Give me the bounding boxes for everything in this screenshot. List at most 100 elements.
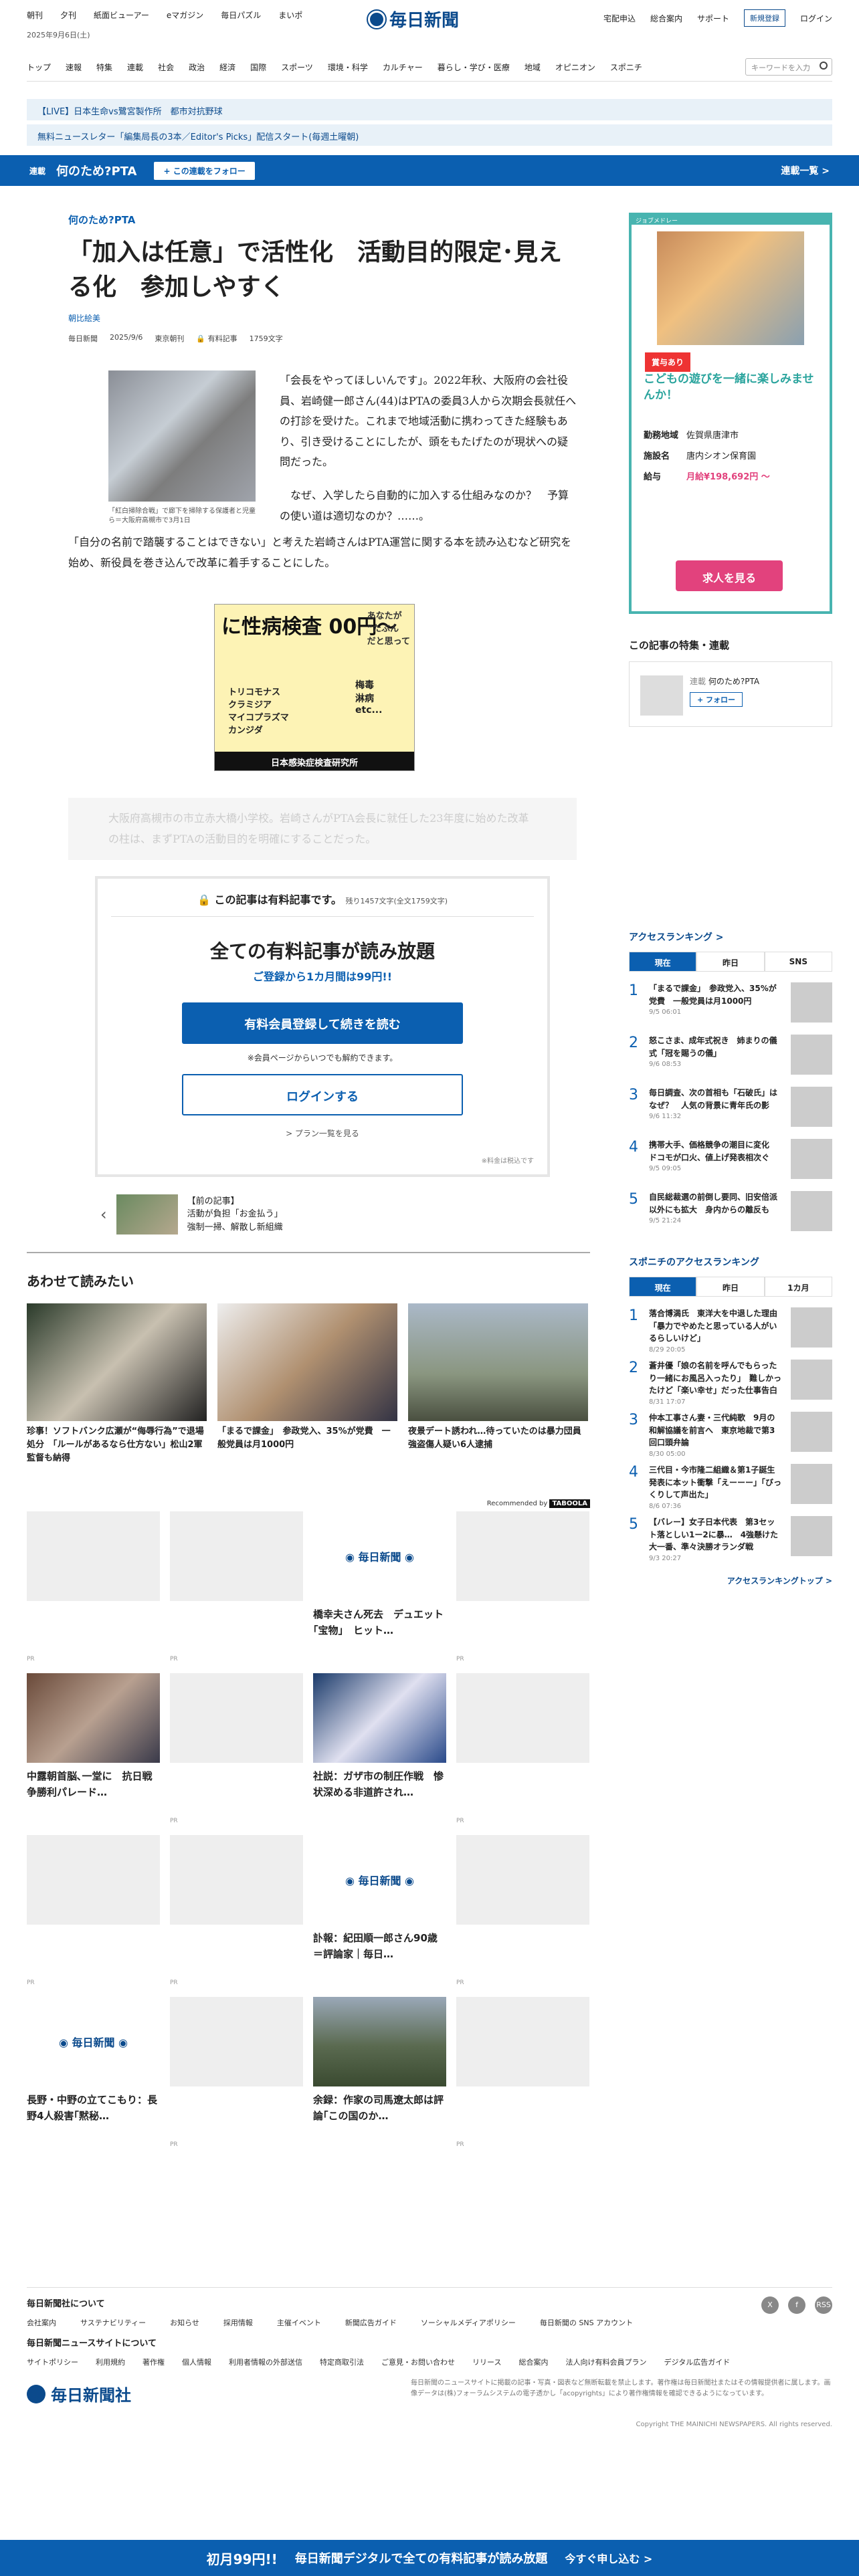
nav-item[interactable]: 連載 [127, 62, 143, 73]
footer-link[interactable]: 利用者情報の外部送信 [229, 2357, 302, 2367]
article-author[interactable]: 朝比絵美 [68, 312, 590, 324]
related-card[interactable]: 夜景デート誘われ…待っていたのは暴力団員 強盗傷人疑い6人逮捕 [408, 1303, 590, 1465]
topnav-maipo[interactable]: まいポ [278, 9, 302, 21]
tab-month[interactable]: 1カ月 [764, 1277, 832, 1297]
series-name[interactable]: 何のため?PTA [56, 162, 136, 179]
footer-link[interactable]: 主催イベント [277, 2317, 321, 2328]
ranking-item[interactable]: 5 自民総裁選の前倒し要同、旧安倍派以外にも拡大 身内からの離反も 9/5 21:2… [629, 1191, 832, 1232]
delivery-link[interactable]: 宅配申込 [603, 13, 636, 24]
topnav-yukan[interactable]: 夕刊 [60, 9, 76, 21]
recommend-cell[interactable]: PR [456, 1673, 589, 1827]
recommend-cell[interactable]: PR [456, 1511, 589, 1665]
nav-item[interactable]: トップ [27, 62, 51, 73]
footer-link[interactable]: 法人向け有料会員プラン [565, 2357, 646, 2367]
feature-follow-button[interactable]: + フォロー [690, 692, 743, 707]
recommend-cell[interactable]: 社説：ガザ市の制圧作戦 惨状深める非道許され… [313, 1673, 446, 1827]
footer-link[interactable]: サステナビリティー [80, 2317, 146, 2328]
tab-yesterday[interactable]: 昨日 [696, 952, 765, 972]
nav-item[interactable]: 国際 [250, 62, 266, 73]
nav-item[interactable]: 政治 [189, 62, 205, 73]
nav-item[interactable]: スポニチ [610, 62, 642, 73]
footer-link[interactable]: 会社案内 [27, 2317, 56, 2328]
facebook-icon[interactable]: f [788, 2296, 805, 2314]
ranking-item[interactable]: 1 「まるで課金」 参政党入、35%が党費 一般党員は月1000円 9/5 06:0… [629, 982, 832, 1024]
bottom-cta[interactable]: 今すぐ申し込む > [565, 2550, 652, 2566]
recommend-cell[interactable]: PR [170, 1835, 303, 1989]
nav-item[interactable]: 地域 [524, 62, 541, 73]
ranking-item[interactable]: 3 毎日調査、次の首相も「石破氏」はなぜ？ 人気の背景に青年氏の影 9/6 11:3… [629, 1087, 832, 1128]
inline-ad[interactable]: に性病検査 00円〜 トリコモナス クラミジア マイコプラズマ カンジダ 梅毒 … [214, 604, 415, 772]
sponichi-item[interactable]: 1 落合博満氏 東洋大を中退した理由「暴力でやめたと思っている人がいるらしいけど」… [629, 1307, 832, 1354]
topnav-emagazine[interactable]: eマガジン [167, 9, 203, 21]
recommend-cell[interactable]: PR [170, 1673, 303, 1827]
recommend-cell[interactable]: PR [456, 1835, 589, 1989]
paywall-login-button[interactable]: ログインする [182, 1073, 463, 1115]
related-card[interactable]: 「まるで課金」 参政党入、35%が党費 一般党員は月1000円 [217, 1303, 397, 1465]
recommend-cell[interactable]: PR [456, 1997, 589, 2151]
nav-item[interactable]: 環境・科学 [328, 62, 368, 73]
tab-yesterday[interactable]: 昨日 [696, 1277, 765, 1297]
ranking-item[interactable]: 2 怒こさま、成年式祝き 姉まりの儀式「冠を賜うの儀」 9/6 08:53 [629, 1035, 832, 1076]
site-logo[interactable]: 毎日新聞 [367, 7, 459, 31]
nav-item[interactable]: 速報 [66, 62, 82, 73]
sponichi-item[interactable]: 3 仲本工事さん妻・三代純歌 9月の和解協議を前言へ 東京地裁で第3回口頭弁論 8/… [629, 1412, 832, 1458]
nav-item[interactable]: 経済 [219, 62, 235, 73]
footer-link[interactable]: ご意見・お問い合わせ [381, 2357, 455, 2367]
support-link[interactable]: サポート [697, 13, 729, 24]
footer-link[interactable]: 個人情報 [182, 2357, 211, 2367]
ranking-item[interactable]: 4 携帯大手、価格競争の潮目に変化 ドコモが口火、値上げ発表相次ぐ 9/5 09:0… [629, 1139, 832, 1180]
chevron-left-icon[interactable]: ‹ [100, 1205, 107, 1224]
bottom-subscribe-bar[interactable]: 初月99円!! 毎日新聞デジタルで全ての有料記事が読み放題 今すぐ申し込む > [0, 2540, 859, 2576]
alert-live[interactable]: 【LIVE】日本生命vs鷺宮製作所 都市対抗野球 [27, 99, 832, 120]
prev-article[interactable]: ‹ 【前の記事】 活動が負担「お金払う」 強制一掃、解散し新組織 [100, 1194, 590, 1235]
nav-item[interactable]: オピニオン [555, 62, 595, 73]
recommend-cell[interactable]: 余録：作家の司馬遼太郎は評論｢この国のか… [313, 1997, 446, 2151]
footer-link[interactable]: リリース [472, 2357, 501, 2367]
ranking-top-link[interactable]: アクセスランキングトップ > [629, 1575, 832, 1586]
recommend-cell[interactable]: PR [27, 1835, 160, 1989]
alert-newsletter[interactable]: 無料ニュースレター「編集局長の3本／Editor's Picks」配信スタート(… [27, 124, 832, 146]
sponichi-item[interactable]: 2 蒼井優「娘の名前を呼んでもらったり一緒にお風呂入ったり」 難しかったけど「楽い… [629, 1360, 832, 1406]
ranking-heading[interactable]: アクセスランキング > [629, 930, 832, 944]
search-input[interactable]: キーワードを入力 [745, 58, 832, 76]
tab-sns[interactable]: SNS [764, 952, 832, 972]
footer-link[interactable]: 新聞広告ガイド [345, 2317, 397, 2328]
nav-item[interactable]: 特集 [96, 62, 112, 73]
sponichi-item[interactable]: 4 三代目・今市隆二組織＆第1子誕生発表に本ット衝撃「えーーー」「びっくりして声出… [629, 1464, 832, 1510]
nav-item[interactable]: 暮らし・学び・医療 [438, 62, 510, 73]
plan-list-link[interactable]: > プラン一覧を見る [98, 1128, 547, 1139]
article-kicker[interactable]: 何のため?PTA [68, 213, 590, 227]
ad-cta-button[interactable]: 求人を見る [676, 560, 783, 591]
footer-link[interactable]: デジタル広告ガイド [664, 2357, 730, 2367]
register-read-button[interactable]: 有料会員登録して続きを読む [182, 1002, 463, 1044]
recommend-cell[interactable]: 中露朝首脳､一堂に 抗日戦争勝利パレード… [27, 1673, 160, 1827]
tab-now[interactable]: 現在 [629, 1277, 697, 1297]
photo-image[interactable] [108, 370, 256, 502]
topnav-chokan[interactable]: 朝刊 [27, 9, 43, 21]
recommend-cell[interactable]: ◉ 毎日新聞 ◉ 長野・中野の立てこもり：長野4人殺害｢黙秘… [27, 1997, 160, 2151]
x-icon[interactable]: X [761, 2296, 779, 2314]
side-job-ad[interactable]: ジョブメドレー 賞与あり こどもの遊びを一緒に楽しみませんか！ 勤務地域 佐賀県唐… [629, 213, 832, 614]
footer-link[interactable]: お知らせ [170, 2317, 199, 2328]
topnav-puzzle[interactable]: 毎日パズル [221, 9, 261, 21]
register-button[interactable]: 新規登録 [743, 9, 785, 27]
footer-link[interactable]: 採用情報 [223, 2317, 253, 2328]
nav-item[interactable]: 社会 [158, 62, 174, 73]
related-card[interactable]: 珍事！ソフトバンク広瀬が“侮辱行為”で退場処分 「ルールがあるなら仕方ない」松山… [27, 1303, 207, 1465]
recommend-cell[interactable]: PR [170, 1511, 303, 1665]
search-icon[interactable] [820, 62, 828, 70]
sponichi-item[interactable]: 5 【バレー】女子日本代表 第3セット落としい1ー2に暴… 4強懸けた大一番、準々… [629, 1516, 832, 1562]
recommend-cell[interactable]: ◉ 毎日新聞 ◉ 訃報：紀田順一郎さん90歳＝評論家｜毎日… [313, 1835, 446, 1989]
login-link[interactable]: ログイン [800, 13, 832, 24]
footer-link[interactable]: サイトポリシー [27, 2357, 78, 2367]
footer-link[interactable]: ソーシャルメディアポリシー [421, 2317, 516, 2328]
recommend-cell[interactable]: ◉ 毎日新聞 ◉ 橋幸夫さん死去 デュエット｢宝物｣ ヒット… [313, 1511, 446, 1665]
footer-link[interactable]: 総合案内 [518, 2357, 548, 2367]
footer-link[interactable]: 利用規約 [96, 2357, 125, 2367]
footer-link[interactable]: 著作権 [142, 2357, 165, 2367]
series-follow-button[interactable]: + この連載をフォロー [154, 161, 255, 180]
nav-item[interactable]: スポーツ [281, 62, 313, 73]
recommend-cell[interactable]: PR [27, 1511, 160, 1665]
tab-now[interactable]: 現在 [629, 952, 697, 972]
feature-card[interactable]: 連載 何のため?PTA + フォロー [629, 661, 832, 727]
